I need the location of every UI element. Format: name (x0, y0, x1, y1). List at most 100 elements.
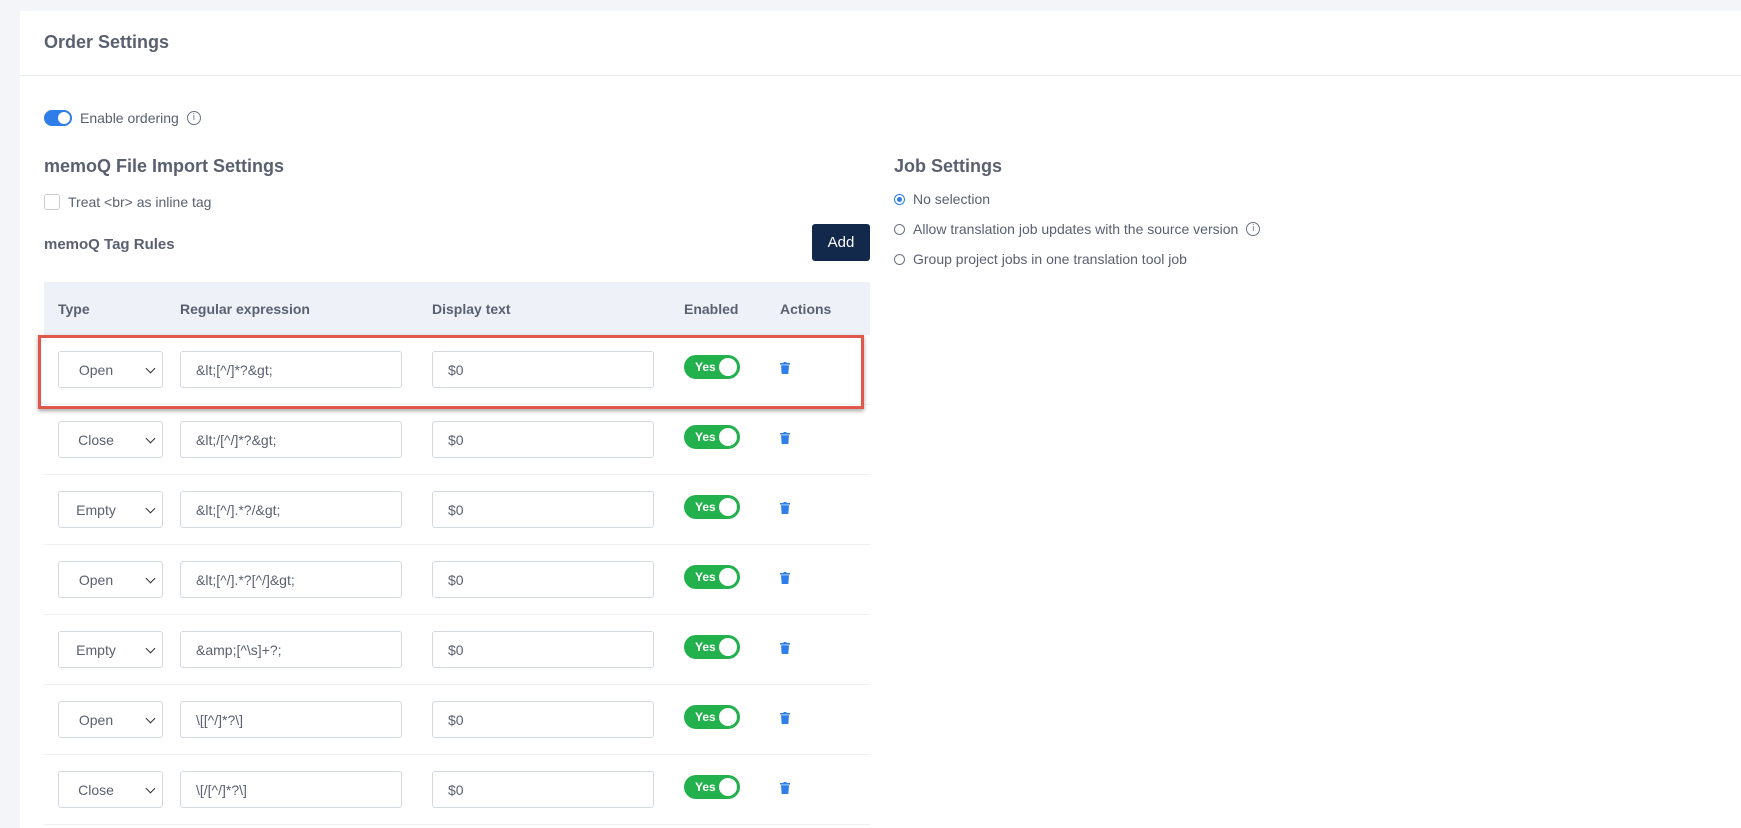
enabled-toggle-label: Yes (695, 430, 716, 444)
enabled-toggle-label: Yes (695, 360, 716, 374)
tag-rules-header: memoQ Tag Rules Add (44, 224, 870, 264)
type-select-value: Open (78, 711, 114, 728)
type-select[interactable]: Open (58, 701, 163, 738)
enabled-toggle-label: Yes (695, 570, 716, 584)
regex-cell: &lt;[^/]*?&gt; (180, 351, 432, 388)
enable-ordering-toggle[interactable] (44, 110, 72, 126)
type-select[interactable]: Close (58, 771, 163, 808)
actions-cell (780, 571, 870, 589)
enabled-cell: Yes (684, 565, 780, 589)
chevron-down-icon (145, 573, 156, 584)
job-settings-options: No selection Allow translation job updat… (894, 189, 1494, 269)
enabled-toggle-label: Yes (695, 710, 716, 724)
job-option-label: No selection (913, 191, 991, 207)
enabled-cell: Yes (684, 495, 780, 519)
toggle-knob (719, 778, 737, 796)
type-cell: Empty (44, 491, 180, 528)
display-cell: $0 (432, 771, 684, 808)
enabled-toggle[interactable]: Yes (684, 565, 740, 589)
regex-input[interactable]: &lt;[^/].*?[^/]&gt; (180, 561, 402, 598)
type-select[interactable]: Close (58, 421, 163, 458)
display-text-input[interactable]: $0 (432, 421, 654, 458)
display-text-input[interactable]: $0 (432, 491, 654, 528)
table-body: Open &lt;[^/]*?&gt; $0 Yes Close &lt;/[^… (38, 335, 870, 825)
display-cell: $0 (432, 491, 684, 528)
trash-icon[interactable] (780, 711, 790, 729)
actions-cell (780, 781, 870, 799)
type-select[interactable]: Open (58, 561, 163, 598)
enabled-toggle[interactable]: Yes (684, 705, 740, 729)
enabled-cell: Yes (684, 775, 780, 799)
trash-icon[interactable] (780, 431, 790, 449)
enabled-cell: Yes (684, 635, 780, 659)
import-settings-title: memoQ File Import Settings (44, 156, 285, 176)
enabled-toggle[interactable]: Yes (684, 425, 740, 449)
enabled-toggle[interactable]: Yes (684, 775, 740, 799)
job-option-radio[interactable] (894, 253, 905, 265)
job-option-label: Allow translation job updates with the s… (913, 221, 1239, 237)
tag-rules-title: memoQ Tag Rules (44, 236, 175, 253)
column-header-enabled: Enabled (684, 300, 739, 317)
regex-input[interactable]: &lt;[^/].*?/&gt; (180, 491, 402, 528)
display-text-input[interactable]: $0 (432, 351, 654, 388)
table-row: Close \[/[^/]*?\] $0 Yes (44, 755, 870, 825)
enabled-toggle-label: Yes (695, 500, 716, 514)
regex-cell: &lt;/[^/]*?&gt; (180, 421, 432, 458)
regex-input[interactable]: \[/[^/]*?\] (180, 771, 402, 808)
regex-input[interactable]: &lt;[^/]*?&gt; (180, 351, 402, 388)
display-cell: $0 (432, 351, 684, 388)
regex-cell: \[[^/]*?\] (180, 701, 432, 738)
type-cell: Close (44, 771, 180, 808)
display-text-input[interactable]: $0 (432, 561, 654, 598)
chevron-down-icon (145, 643, 156, 654)
actions-cell (780, 431, 870, 449)
type-select[interactable]: Open (58, 351, 163, 388)
table-row: Close &lt;/[^/]*?&gt; $0 Yes (44, 405, 870, 475)
tag-rules-table: Type Regular expression Display text Ena… (38, 282, 870, 825)
type-select[interactable]: Empty (58, 491, 163, 528)
display-cell: $0 (432, 631, 684, 668)
job-option-radio[interactable] (894, 193, 905, 205)
enabled-toggle[interactable]: Yes (684, 635, 740, 659)
display-cell: $0 (432, 421, 684, 458)
chevron-down-icon (145, 713, 156, 724)
chevron-down-icon (145, 783, 156, 794)
chevron-down-icon (145, 503, 156, 514)
display-cell: $0 (432, 701, 684, 738)
type-cell: Open (44, 701, 180, 738)
trash-icon[interactable] (780, 641, 790, 659)
enabled-toggle[interactable]: Yes (684, 355, 740, 379)
display-cell: $0 (432, 561, 684, 598)
toggle-knob (719, 498, 737, 516)
toggle-knob (719, 708, 737, 726)
regex-input[interactable]: \[[^/]*?\] (180, 701, 402, 738)
type-select-value: Close (78, 431, 114, 448)
chevron-down-icon (145, 433, 156, 444)
trash-icon[interactable] (780, 781, 790, 799)
job-settings-section: Job Settings No selection Allow translat… (894, 156, 1494, 279)
type-cell: Close (44, 421, 180, 458)
job-option-radio[interactable] (894, 223, 905, 235)
inline-tag-checkbox[interactable] (44, 194, 60, 210)
type-cell: Empty (44, 631, 180, 668)
enabled-toggle-label: Yes (695, 640, 716, 654)
trash-icon[interactable] (780, 361, 790, 379)
add-rule-button[interactable]: Add (812, 224, 870, 261)
display-text-input[interactable]: $0 (432, 701, 654, 738)
trash-icon[interactable] (780, 571, 790, 589)
info-icon[interactable]: i (1246, 222, 1261, 236)
type-select[interactable]: Empty (58, 631, 163, 668)
table-row: Empty &amp;[^\s]+?; $0 Yes (44, 615, 870, 685)
chevron-down-icon (145, 363, 156, 374)
actions-cell (780, 361, 870, 379)
trash-icon[interactable] (780, 501, 790, 519)
column-header-actions: Actions (780, 300, 832, 317)
regex-input[interactable]: &lt;/[^/]*?&gt; (180, 421, 402, 458)
info-icon[interactable]: i (186, 111, 201, 125)
order-settings-panel: Order Settings Enable ordering i memoQ F… (20, 11, 1741, 828)
display-text-input[interactable]: $0 (432, 631, 654, 668)
enabled-toggle[interactable]: Yes (684, 495, 740, 519)
toggle-knob (719, 358, 737, 376)
regex-input[interactable]: &amp;[^\s]+?; (180, 631, 402, 668)
display-text-input[interactable]: $0 (432, 771, 654, 808)
